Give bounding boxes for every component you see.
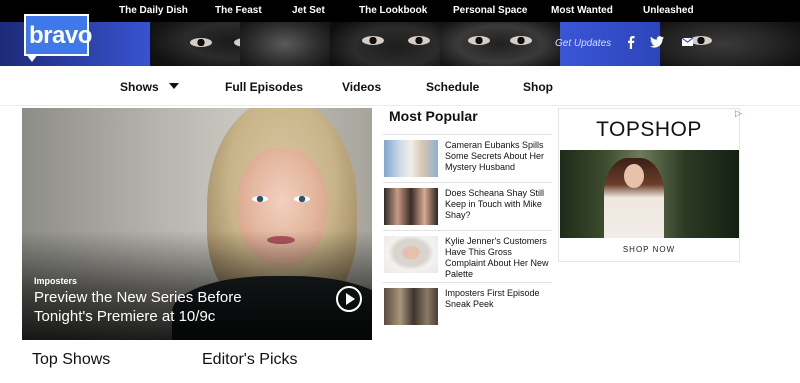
thumbnail-image[interactable] (384, 188, 438, 225)
nav-shows-label: Shows (120, 80, 159, 94)
thumbnail-image[interactable] (384, 140, 438, 177)
feature-kicker[interactable]: Imposters (34, 276, 77, 286)
banner-photo (660, 22, 800, 66)
banner-photo (440, 22, 560, 66)
shop-now-button[interactable]: SHOP NOW (559, 245, 739, 254)
thumbnail-image[interactable] (384, 236, 438, 273)
top-nav-the-feast[interactable]: The Feast (215, 5, 262, 16)
top-nav: The Daily Dish The Feast Jet Set The Loo… (0, 0, 800, 22)
feature-photo-eye (294, 196, 310, 202)
nav-shows[interactable]: Shows (120, 80, 179, 94)
email-icon[interactable] (682, 38, 693, 46)
top-nav-most-wanted[interactable]: Most Wanted (551, 5, 613, 16)
most-popular-title: Most Popular (389, 108, 478, 124)
headline-link[interactable]: Does Scheana Shay Still Keep in Touch wi… (445, 188, 553, 221)
list-item[interactable]: Kylie Jenner's Customers Have This Gross… (383, 230, 553, 280)
play-icon[interactable] (336, 286, 362, 312)
main-nav: Shows Full Episodes Videos Schedule Shop (0, 66, 800, 106)
bravo-logo[interactable]: bravo (24, 14, 92, 56)
banner-photo (240, 22, 330, 66)
logo-text: bravo (29, 22, 92, 49)
topshop-ad[interactable]: ▷ TOPSHOP SHOP NOW (558, 108, 742, 262)
headline-link[interactable]: Kylie Jenner's Customers Have This Gross… (445, 236, 553, 280)
chevron-down-icon (168, 83, 179, 89)
thumbnail-image[interactable] (384, 288, 438, 325)
get-updates-label: Get Updates (555, 38, 612, 49)
top-nav-jet-set[interactable]: Jet Set (292, 5, 325, 16)
list-item[interactable]: Does Scheana Shay Still Keep in Touch wi… (383, 182, 552, 230)
feature-photo-eye (252, 196, 268, 202)
headline-link[interactable]: Imposters First Episode Sneak Peek (445, 288, 553, 310)
feature-title[interactable]: Preview the New Series Before Tonight's … (34, 288, 294, 326)
top-nav-unleashed[interactable]: Unleashed (643, 5, 694, 16)
list-item[interactable]: Imposters First Episode Sneak Peek (383, 282, 552, 330)
list-item[interactable]: Cameran Eubanks Spills Some Secrets Abou… (383, 134, 552, 182)
top-shows-heading: Top Shows (32, 351, 111, 368)
editors-picks-heading: Editor's Picks (202, 351, 298, 368)
nav-shop[interactable]: Shop (523, 80, 553, 94)
nav-schedule[interactable]: Schedule (426, 80, 479, 94)
feature-story[interactable]: Imposters Preview the New Series Before … (22, 108, 372, 340)
headline-link[interactable]: Cameran Eubanks Spills Some Secrets Abou… (445, 140, 553, 173)
header-banner (0, 22, 800, 66)
twitter-icon[interactable] (650, 36, 664, 48)
top-nav-personal-space[interactable]: Personal Space (453, 5, 527, 16)
nav-full-episodes[interactable]: Full Episodes (225, 80, 303, 94)
logo-tail (26, 54, 38, 62)
ad-model-face (624, 164, 644, 188)
ad-brand: TOPSHOP (596, 118, 702, 141)
ad-image[interactable] (560, 150, 739, 238)
top-nav-daily-dish[interactable]: The Daily Dish (119, 5, 188, 16)
top-nav-the-lookbook[interactable]: The Lookbook (359, 5, 427, 16)
nav-videos[interactable]: Videos (342, 80, 381, 94)
facebook-icon[interactable] (627, 36, 635, 49)
